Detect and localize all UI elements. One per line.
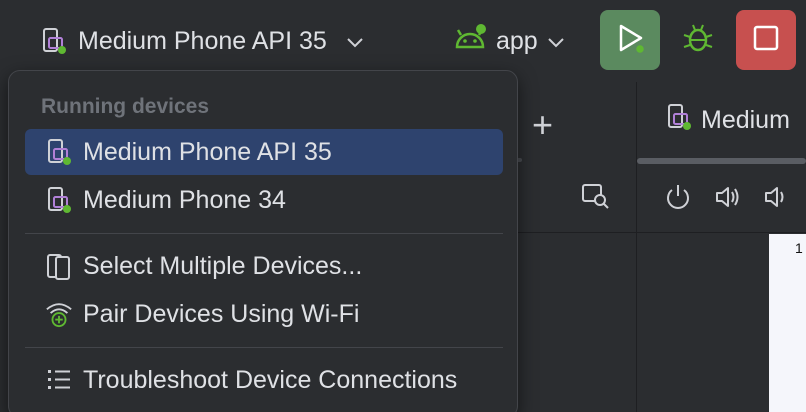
multiple-devices-icon [45, 251, 73, 281]
stop-button[interactable] [736, 10, 796, 70]
volume-up-icon[interactable] [713, 182, 743, 217]
emulator-tab[interactable]: Medium [665, 102, 790, 139]
menu-item-pair-wifi[interactable]: Pair Devices Using Wi-Fi [25, 291, 503, 337]
debug-button[interactable] [672, 14, 724, 66]
play-icon [613, 21, 647, 60]
run-button[interactable] [600, 10, 660, 70]
emulator-pane: Medium 1 [637, 82, 806, 412]
selected-device-label: Medium Phone API 35 [78, 26, 327, 55]
menu-item-select-multiple[interactable]: Select Multiple Devices... [25, 243, 503, 289]
menu-item-label: Pair Devices Using Wi-Fi [83, 299, 360, 328]
divider [637, 232, 806, 233]
emulator-controls [663, 182, 787, 217]
device-running-icon [40, 26, 68, 56]
run-config-label: app [496, 26, 538, 55]
running-devices-toolbar-pane: + [516, 82, 637, 412]
device-running-icon [45, 185, 73, 215]
run-configuration-dropdown[interactable]: app [452, 18, 566, 64]
ide-window: Medium Phone API 35 app + Medium 1 Runni… [0, 0, 806, 412]
device-search-icon[interactable] [580, 182, 612, 217]
active-tab-indicator [637, 158, 806, 164]
wifi-pair-icon [45, 299, 73, 329]
menu-item-label: Select Multiple Devices... [83, 251, 363, 280]
device-selector-dropdown[interactable]: Medium Phone API 35 [40, 18, 365, 64]
menu-item-device-api-35[interactable]: Medium Phone API 35 [25, 129, 503, 175]
menu-item-label: Troubleshoot Device Connections [83, 365, 458, 394]
troubleshoot-list-icon [45, 365, 73, 395]
emulator-tab-label: Medium [701, 106, 790, 134]
emulator-display[interactable]: 1 [769, 234, 806, 412]
bug-icon [681, 21, 715, 60]
volume-down-icon[interactable] [763, 182, 787, 217]
divider [516, 232, 636, 233]
add-device-tab-icon[interactable]: + [532, 104, 553, 146]
android-icon [452, 23, 488, 60]
stop-icon [751, 23, 781, 58]
menu-item-label: Medium Phone API 35 [83, 137, 332, 166]
device-running-icon [665, 102, 693, 139]
menu-separator [25, 233, 503, 234]
menu-item-device-34[interactable]: Medium Phone 34 [25, 177, 503, 223]
chevron-down-icon [345, 27, 365, 56]
chevron-down-icon [546, 27, 566, 56]
section-header-running-devices: Running devices [41, 95, 210, 118]
device-running-icon [45, 137, 73, 167]
menu-item-label: Medium Phone 34 [83, 185, 286, 214]
menu-separator [25, 347, 503, 348]
device-selector-popup: Running devices Medium Phone API 35 Medi… [8, 70, 518, 412]
emulator-screen-text: 1 [795, 240, 803, 256]
menu-item-troubleshoot[interactable]: Troubleshoot Device Connections [25, 357, 503, 403]
power-icon[interactable] [663, 182, 693, 217]
